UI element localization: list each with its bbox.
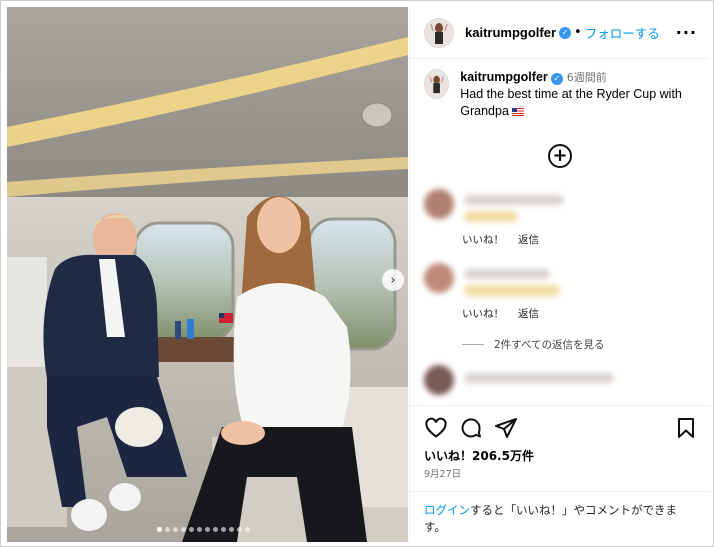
replies-divider bbox=[462, 344, 484, 345]
heart-icon[interactable] bbox=[424, 416, 448, 440]
separator-dot: • bbox=[574, 25, 582, 40]
comment-icon[interactable] bbox=[459, 416, 483, 440]
view-replies-label: 2件すべての返信を見る bbox=[494, 339, 605, 351]
carousel-dot[interactable] bbox=[205, 527, 210, 532]
post-actions-bar bbox=[410, 405, 710, 447]
username[interactable]: kaitrumpgolfer bbox=[465, 25, 556, 40]
post-photo[interactable]: › bbox=[7, 7, 408, 542]
carousel-dot[interactable] bbox=[213, 527, 218, 532]
photo-illustration bbox=[7, 7, 408, 542]
carousel-dot[interactable] bbox=[245, 527, 250, 532]
carousel-dot[interactable] bbox=[229, 527, 234, 532]
carousel-dot[interactable] bbox=[189, 527, 194, 532]
comment-text-blurred bbox=[464, 373, 614, 383]
carousel-dot[interactable] bbox=[221, 527, 226, 532]
comment-text-blurred bbox=[464, 285, 560, 296]
carousel-dots bbox=[157, 527, 250, 532]
comment-username-blurred bbox=[464, 269, 550, 279]
comment-reply-link[interactable]: 返信 bbox=[518, 232, 539, 247]
carousel-dot[interactable] bbox=[165, 527, 170, 532]
comment-reply-link[interactable]: 返信 bbox=[518, 306, 539, 321]
comment-avatar[interactable] bbox=[424, 263, 454, 293]
caption: kaitrumpgolfer ✓ 6週間前 Had the best time at… bbox=[424, 69, 700, 120]
us-flag-icon bbox=[511, 107, 524, 116]
follow-button[interactable]: フォローする bbox=[585, 23, 660, 42]
caption-avatar[interactable] bbox=[424, 69, 450, 99]
comment-like-link[interactable]: いいね！ bbox=[462, 232, 504, 247]
carousel-dot[interactable] bbox=[181, 527, 186, 532]
post-time[interactable]: 6週間前 bbox=[567, 71, 607, 84]
comment-actions: いいね！ 返信 bbox=[462, 306, 539, 321]
carousel-dot[interactable] bbox=[237, 527, 242, 532]
bookmark-icon[interactable] bbox=[674, 416, 698, 440]
caption-text: Had the best time at the Ryder Cup with … bbox=[460, 87, 682, 118]
comment-text-blurred bbox=[464, 211, 518, 222]
post-side-panel: kaitrumpgolfer ✓ • フォローする ··· kaitrumpgo… bbox=[409, 7, 710, 542]
profile-photo-icon bbox=[425, 18, 453, 47]
verified-badge-icon: ✓ bbox=[559, 26, 572, 39]
instagram-post-frame: › kaitrumpgolfer ✓ • フォローする ··· kaitrump… bbox=[0, 0, 714, 547]
post-header: kaitrumpgolfer ✓ • フォローする ··· bbox=[410, 7, 709, 59]
caption-body: kaitrumpgolfer ✓ 6週間前 Had the best time at… bbox=[460, 69, 700, 120]
comment-actions: いいね！ 返信 bbox=[462, 232, 539, 247]
comment-avatar[interactable] bbox=[424, 365, 454, 395]
carousel-dot[interactable] bbox=[173, 527, 178, 532]
verified-badge-icon: ✓ bbox=[550, 73, 563, 85]
more-horizontal-icon[interactable]: ··· bbox=[676, 23, 697, 42]
avatar[interactable] bbox=[424, 17, 454, 48]
comment-like-link[interactable]: いいね！ bbox=[462, 306, 504, 321]
like-count[interactable]: いいね！206.5万件 bbox=[424, 447, 534, 464]
comment-username-blurred bbox=[464, 195, 564, 205]
view-replies-link[interactable]: 2件すべての返信を見る bbox=[462, 337, 605, 352]
carousel-next-button[interactable]: › bbox=[382, 269, 404, 291]
carousel-dot[interactable] bbox=[197, 527, 202, 532]
profile-photo-icon bbox=[425, 72, 449, 96]
caption-username[interactable]: kaitrumpgolfer bbox=[460, 70, 548, 84]
carousel-dot[interactable] bbox=[157, 527, 162, 532]
chevron-right-icon: › bbox=[390, 272, 396, 288]
login-link[interactable]: ログイン bbox=[424, 503, 470, 517]
plus-circle-icon: + bbox=[552, 145, 568, 166]
share-icon[interactable] bbox=[494, 416, 518, 440]
login-prompt: ログインすると「いいね！」やコメントができます。 bbox=[410, 491, 710, 542]
comment-avatar[interactable] bbox=[424, 189, 454, 219]
post-date[interactable]: 9月27日 bbox=[424, 466, 461, 480]
load-more-comments-button[interactable]: + bbox=[548, 144, 572, 168]
